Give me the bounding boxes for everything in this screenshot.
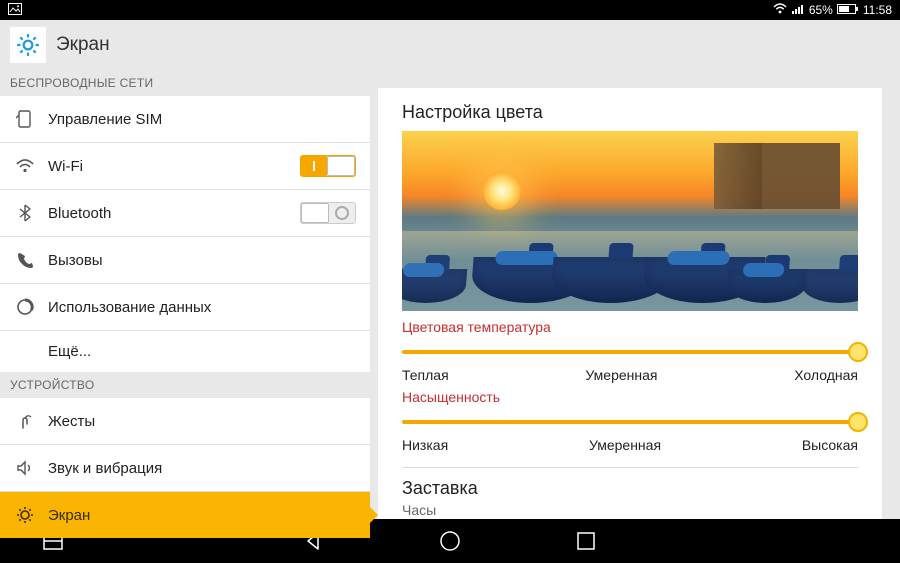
sim-icon xyxy=(14,108,36,130)
saturation-mark-moderate: Умеренная xyxy=(589,437,661,453)
sidebar-item-label: Вызовы xyxy=(48,252,103,269)
sidebar-section-wireless: БЕСПРОВОДНЫЕ СЕТИ xyxy=(0,70,370,96)
signal-icon xyxy=(791,3,805,18)
home-button[interactable] xyxy=(437,528,463,554)
temperature-label: Цветовая температура xyxy=(402,319,858,335)
battery-icon xyxy=(837,3,859,18)
data-usage-icon xyxy=(14,296,36,318)
sidebar-item-more[interactable]: Ещё... xyxy=(0,330,370,372)
gesture-icon xyxy=(14,410,36,432)
temperature-mark-moderate: Умеренная xyxy=(585,367,657,383)
saturation-slider-thumb[interactable] xyxy=(848,412,868,432)
sidebar-section-device: УСТРОЙСТВО xyxy=(0,372,370,398)
status-bar: 65% 11:58 xyxy=(0,0,900,20)
screensaver-row[interactable]: Заставка Часы xyxy=(402,478,858,518)
sidebar-item-label: Bluetooth xyxy=(48,205,111,222)
phone-icon xyxy=(14,249,36,271)
clock: 11:58 xyxy=(863,3,892,17)
wifi-toggle[interactable] xyxy=(300,155,356,177)
settings-sidebar: БЕСПРОВОДНЫЕ СЕТИ Управление SIM Wi-Fi xyxy=(0,70,370,519)
sidebar-item-label: Экран xyxy=(48,507,90,524)
temperature-mark-warm: Теплая xyxy=(402,367,449,383)
temperature-slider[interactable] xyxy=(402,339,858,365)
sidebar-item-label: Управление SIM xyxy=(48,111,162,128)
photo-indicator-icon xyxy=(8,3,22,18)
app-header: Экран xyxy=(0,20,900,70)
brightness-icon xyxy=(14,504,36,526)
sidebar-item-gestures[interactable]: Жесты xyxy=(0,398,370,444)
settings-app-icon xyxy=(10,27,46,63)
sidebar-item-data-usage[interactable]: Использование данных xyxy=(0,283,370,330)
saturation-label: Насыщенность xyxy=(402,389,858,405)
bluetooth-toggle[interactable] xyxy=(300,202,356,224)
sidebar-item-label: Использование данных xyxy=(48,299,211,316)
bluetooth-icon xyxy=(14,202,36,224)
sidebar-item-label: Wi-Fi xyxy=(48,158,83,175)
wifi-icon xyxy=(773,3,787,18)
screensaver-value: Часы xyxy=(402,502,858,518)
battery-percent: 65% xyxy=(809,3,833,17)
saturation-mark-low: Низкая xyxy=(402,437,448,453)
sidebar-item-label: Ещё... xyxy=(48,343,91,360)
sound-icon xyxy=(14,457,36,479)
sidebar-item-label: Жесты xyxy=(48,413,95,430)
saturation-slider[interactable] xyxy=(402,409,858,435)
saturation-mark-high: Высокая xyxy=(802,437,858,453)
sidebar-item-sim[interactable]: Управление SIM xyxy=(0,96,370,142)
temperature-mark-cold: Холодная xyxy=(794,367,858,383)
sidebar-item-bluetooth[interactable]: Bluetooth xyxy=(0,189,370,236)
sidebar-item-calls[interactable]: Вызовы xyxy=(0,236,370,283)
sidebar-item-sound[interactable]: Звук и вибрация xyxy=(0,444,370,491)
page-title: Экран xyxy=(56,34,110,56)
sidebar-item-wifi[interactable]: Wi-Fi xyxy=(0,142,370,189)
color-setup-title: Настройка цвета xyxy=(402,102,858,123)
screensaver-title: Заставка xyxy=(402,478,858,499)
temperature-slider-thumb[interactable] xyxy=(848,342,868,362)
color-preview-image xyxy=(402,131,858,311)
sidebar-item-display[interactable]: Экран xyxy=(0,491,370,538)
sidebar-item-label: Звук и вибрация xyxy=(48,460,162,477)
display-settings-panel: Настройка цвета Цветовая темпе xyxy=(378,88,882,519)
recent-apps-button[interactable] xyxy=(573,528,599,554)
wifi-icon xyxy=(14,155,36,177)
